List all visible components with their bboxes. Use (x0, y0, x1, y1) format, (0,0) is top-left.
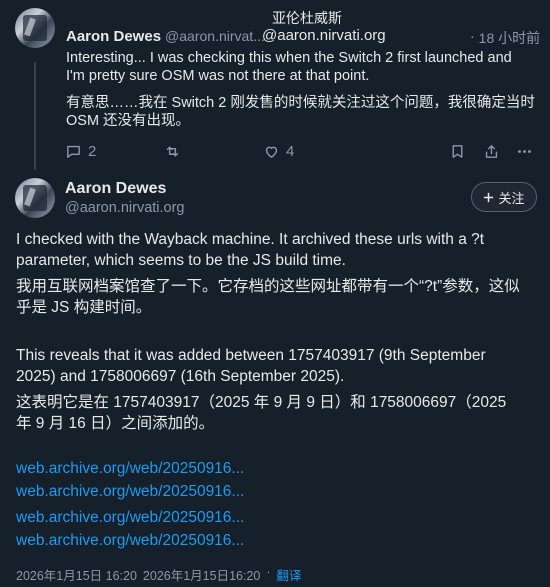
author-name[interactable]: Aaron Dewes (66, 28, 161, 45)
archive-link[interactable]: web.archive.org/web/20250916... (16, 457, 244, 480)
repost-icon (166, 146, 179, 157)
reply-text-en: Interesting... I was checking this when … (66, 50, 512, 84)
author-name[interactable]: Aaron Dewes (65, 180, 166, 198)
time-ago[interactable]: 18 小时前 (479, 28, 540, 48)
bookmark-icon (452, 145, 463, 158)
link-group: web.archive.org/web/20250916... web.arch… (16, 506, 244, 552)
translated-author-name: 亚伦杜威斯 (272, 10, 342, 26)
post-text-zh: 我用互联网档案馆查了一下。它存档的这些网址都带有一个“?t”参数，这似 乎是 J… (16, 278, 520, 316)
post-text-zh: 这表明它是在 1757403917（2025 年 9 月 9 日）和 17580… (16, 394, 507, 432)
avatar[interactable] (15, 8, 55, 48)
bookmark-button[interactable] (449, 143, 466, 160)
archive-link[interactable]: web.archive.org/web/20250916... (16, 480, 244, 503)
translate-link[interactable]: 翻译 (277, 565, 302, 584)
reply-text-zh: 有意思……我在 Switch 2 刚发售的时候就关注过这个问题，我很确定当时 O… (66, 95, 535, 129)
like-count: 4 (286, 143, 295, 160)
author-handle[interactable]: @aaron.nirvat... (165, 28, 265, 44)
more-icon (518, 150, 531, 153)
comment-icon (67, 145, 80, 158)
follow-label: 关注 (498, 190, 525, 206)
thread-line (34, 62, 36, 170)
reply-button[interactable]: 2 (65, 143, 96, 160)
like-button[interactable]: 4 (263, 143, 294, 160)
follow-button[interactable]: 关注 (471, 182, 537, 212)
more-button[interactable] (515, 143, 534, 160)
share-icon (485, 145, 498, 158)
reply-time: · 18 小时前 (470, 28, 541, 48)
post-text-en: I checked with the Wayback machine. It a… (16, 231, 485, 269)
post-timestamp-row: 2026年1月15日 16:20 2026年1月15日16:20 · 翻译 (16, 565, 302, 584)
author-handle-full: @aaron.nirvati.org (262, 27, 386, 44)
post-text-en: This reveals that it was added between 1… (16, 347, 486, 385)
link-group: web.archive.org/web/20250916... web.arch… (16, 457, 244, 503)
author-handle[interactable]: @aaron.nirvati.org (65, 200, 185, 216)
repost-button[interactable] (164, 143, 181, 160)
plus-icon (484, 192, 494, 202)
archive-link[interactable]: web.archive.org/web/20250916... (16, 506, 244, 529)
timestamp: 2026年1月15日16:20 (142, 569, 261, 583)
reply-count: 2 (88, 143, 97, 160)
reply-header: Aaron Dewes @aaron.nirvat... (66, 28, 265, 45)
avatar[interactable] (15, 178, 55, 218)
timestamp[interactable]: 2026年1月15日 16:20 (16, 565, 137, 584)
share-button[interactable] (483, 143, 500, 160)
heart-icon (265, 146, 278, 158)
archive-link[interactable]: web.archive.org/web/20250916... (16, 529, 244, 552)
